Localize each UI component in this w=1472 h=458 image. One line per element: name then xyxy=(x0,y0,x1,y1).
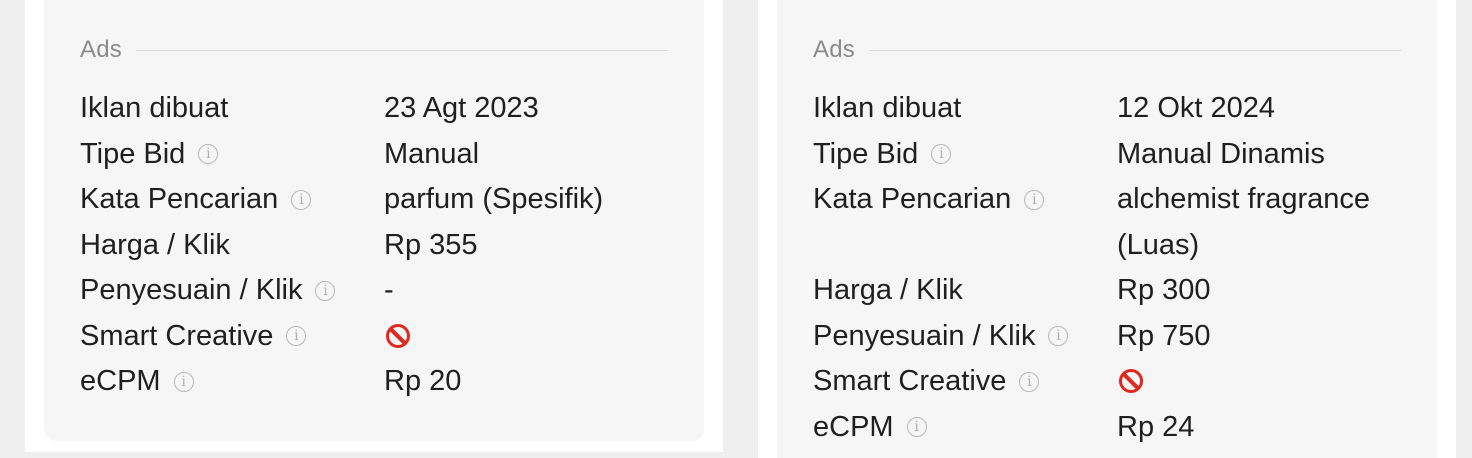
row-label: Penyesuain / Klik i xyxy=(80,268,384,314)
row-smart-creative: Smart Creative i xyxy=(813,359,1417,405)
row-label: Smart Creative i xyxy=(813,359,1117,405)
row-value: 23 Agt 2023 xyxy=(384,92,539,124)
row-value: - xyxy=(384,274,394,306)
row-iklan-dibuat: Iklan dibuat 12 Okt 2024 xyxy=(813,86,1417,132)
section-title: Ads xyxy=(813,36,855,63)
row-label: Iklan dibuat xyxy=(80,86,384,132)
prohibited-icon xyxy=(386,323,410,348)
row-value: Manual Dinamis xyxy=(1117,137,1325,170)
row-value: Rp 300 xyxy=(1117,274,1211,306)
row-label: Iklan dibuat xyxy=(813,86,1117,132)
row-value xyxy=(384,314,684,360)
ads-card-left: Ads Iklan dibuat 23 Agt 2023 Tipe Bid i M… xyxy=(25,0,723,452)
info-icon[interactable]: i xyxy=(315,280,336,301)
info-icon[interactable]: i xyxy=(906,417,927,438)
label-text: Kata Pencarian xyxy=(80,183,279,215)
row-label: Penyesuain / Klik i xyxy=(813,314,1117,360)
row-smart-creative: Smart Creative i xyxy=(80,314,684,360)
info-icon[interactable]: i xyxy=(1024,189,1045,210)
info-icon[interactable]: i xyxy=(1019,371,1040,392)
label-text: Smart Creative xyxy=(813,365,1007,397)
label-text: Iklan dibuat xyxy=(813,92,962,124)
row-label: Kata Pencarian i xyxy=(813,177,1117,223)
ads-card-right: Ads Iklan dibuat 12 Okt 2024 Tipe Bid i M… xyxy=(758,0,1456,458)
row-label: Tipe Bid i xyxy=(80,132,384,178)
row-ecpm: eCPM i Rp 24 xyxy=(813,405,1417,451)
row-penyesuain-klik: Penyesuain / Klik i - xyxy=(80,268,684,314)
label-text: Tipe Bid xyxy=(813,137,919,170)
section-header: Ads xyxy=(813,36,1401,64)
row-value: Rp 750 xyxy=(1117,319,1211,352)
row-label: Smart Creative i xyxy=(80,314,384,360)
row-value: Rp 24 xyxy=(1117,410,1195,443)
section-title: Ads xyxy=(80,36,122,63)
row-ecpm: eCPM i Rp 20 xyxy=(80,359,684,405)
label-text: Iklan dibuat xyxy=(80,92,229,124)
info-icon[interactable]: i xyxy=(931,144,952,165)
row-value: Manual xyxy=(384,137,480,170)
info-icon[interactable]: i xyxy=(286,326,307,347)
row-value: alchemist fragrance (Luas) xyxy=(1117,183,1371,261)
ads-panel: Ads Iklan dibuat 23 Agt 2023 Tipe Bid i M… xyxy=(44,0,704,441)
label-text: Penyesuain / Klik xyxy=(80,274,303,306)
label-text: Smart Creative xyxy=(80,319,274,352)
row-iklan-dibuat: Iklan dibuat 23 Agt 2023 xyxy=(80,86,684,132)
info-icon[interactable]: i xyxy=(291,189,312,210)
row-penyesuain-klik: Penyesuain / Klik i Rp 750 xyxy=(813,314,1417,360)
row-label: eCPM i xyxy=(813,405,1117,451)
label-text: Penyesuain / Klik xyxy=(813,319,1036,352)
label-text: eCPM xyxy=(80,365,161,397)
label-text: eCPM xyxy=(813,410,894,443)
row-kata-pencarian: Kata Pencarian i alchemist fragrance (Lua… xyxy=(813,177,1417,268)
row-harga-klik: Harga / Klik Rp 300 xyxy=(813,268,1417,314)
section-divider xyxy=(868,49,1401,51)
ads-panel: Ads Iklan dibuat 12 Okt 2024 Tipe Bid i M… xyxy=(777,0,1437,458)
row-tipe-bid: Tipe Bid i Manual Dinamis xyxy=(813,132,1417,178)
row-value: Rp 20 xyxy=(384,365,462,397)
row-label: Kata Pencarian i xyxy=(80,177,384,223)
label-text: Kata Pencarian xyxy=(813,183,1012,215)
section-header: Ads xyxy=(80,36,668,64)
row-label: eCPM i xyxy=(80,359,384,405)
row-value: Rp 355 xyxy=(384,228,478,261)
row-value xyxy=(1117,359,1417,405)
row-label: Tipe Bid i xyxy=(813,132,1117,178)
row-tipe-bid: Tipe Bid i Manual xyxy=(80,132,684,178)
details-list: Iklan dibuat 23 Agt 2023 Tipe Bid i Manua… xyxy=(80,86,684,405)
section-divider xyxy=(135,49,668,51)
row-label: Harga / Klik xyxy=(80,223,384,269)
details-list: Iklan dibuat 12 Okt 2024 Tipe Bid i Manua… xyxy=(813,86,1417,450)
info-icon[interactable]: i xyxy=(198,144,219,165)
label-text: Harga / Klik xyxy=(80,228,230,261)
info-icon[interactable]: i xyxy=(1048,326,1069,347)
info-icon[interactable]: i xyxy=(173,371,194,392)
row-label: Harga / Klik xyxy=(813,268,1117,314)
prohibited-icon xyxy=(1119,369,1143,393)
row-value: 12 Okt 2024 xyxy=(1117,92,1275,124)
row-kata-pencarian: Kata Pencarian i parfum (Spesifik) xyxy=(80,177,684,223)
label-text: Harga / Klik xyxy=(813,274,963,306)
row-harga-klik: Harga / Klik Rp 355 xyxy=(80,223,684,269)
row-value: parfum (Spesifik) xyxy=(384,183,604,215)
label-text: Tipe Bid xyxy=(80,137,186,170)
